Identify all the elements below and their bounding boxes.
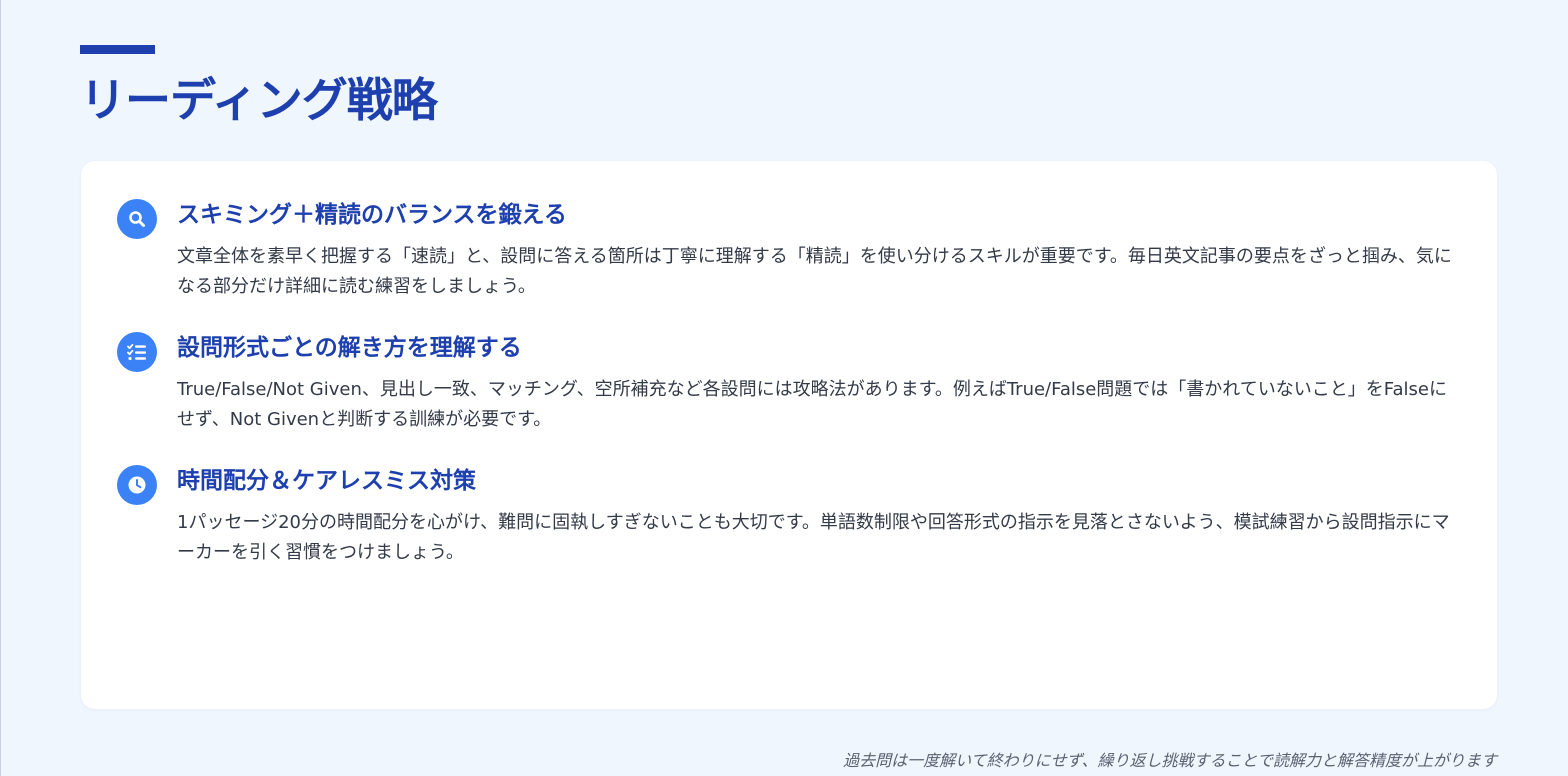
strategy-description: 文章全体を素早く把握する「速読」と、設問に答える箇所は丁寧に理解する「精読」を使… [177, 246, 1452, 297]
strategy-card: スキミング＋精読のバランスを鍛える 文章全体を素早く把握する「速読」と、設問に答… [81, 161, 1497, 709]
checklist-icon [117, 332, 157, 372]
strategy-heading: 時間配分＆ケアレスミス対策 [177, 468, 476, 494]
title-accent-bar [80, 45, 155, 54]
strategy-description: 1パッセージ20分の時間配分を心がけ、難問に固執しすぎないことも大切です。単語数… [177, 512, 1450, 563]
page-title: リーディング戦略 [80, 73, 438, 127]
strategy-heading: スキミング＋精読のバランスを鍛える [177, 202, 567, 228]
footer-note: 過去問は一度解いて終わりにせず、繰り返し挑戦することで読解力と解答精度が上がりま… [843, 751, 1497, 770]
strategy-description: True/False/Not Given、見出し一致、マッチング、空所補充など各… [177, 379, 1447, 430]
clock-icon [117, 465, 157, 505]
search-icon [117, 199, 157, 239]
strategy-heading: 設問形式ごとの解き方を理解する [177, 335, 522, 361]
